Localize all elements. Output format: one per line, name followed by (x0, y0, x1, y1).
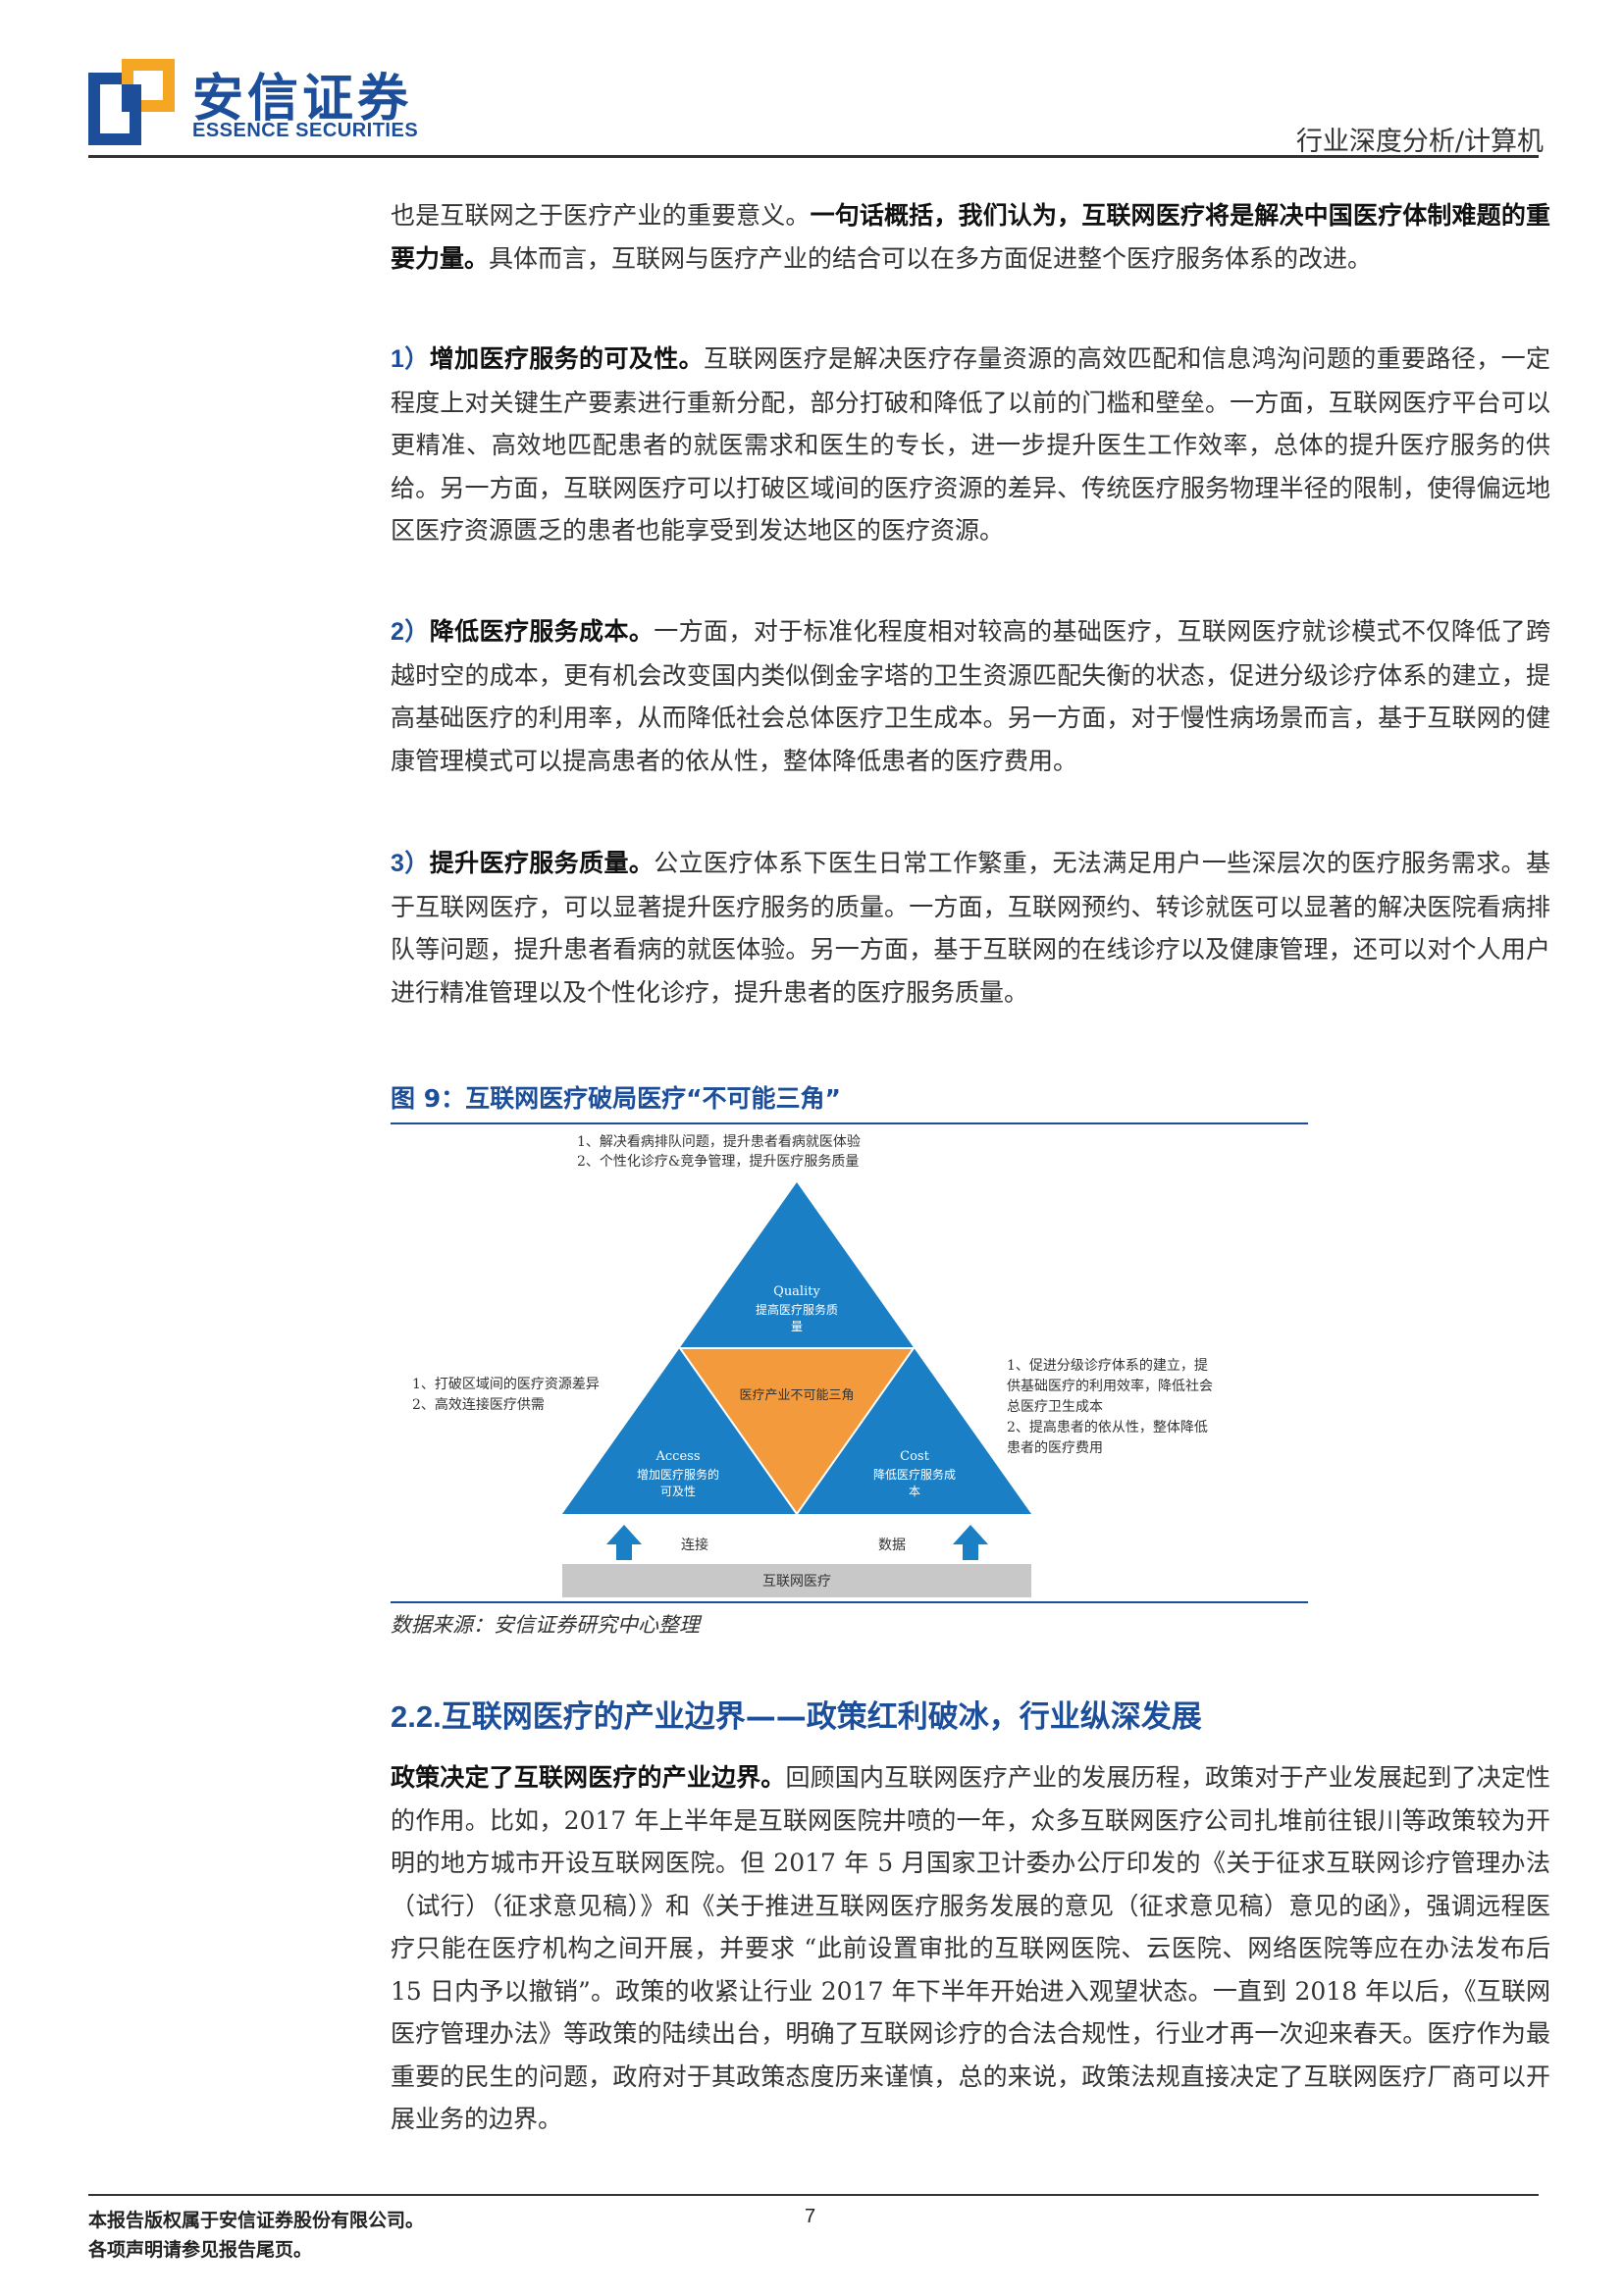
left-note-1: 1、打破区域间的医疗资源差异 (412, 1376, 600, 1392)
top-note-1: 1、解决看病排队问题，提升患者看病就医体验 (577, 1134, 861, 1150)
point-number: 2） (391, 618, 430, 646)
point-paragraph-2: 2）降低医疗服务成本。一方面，对于标准化程度相对较高的基础医疗，互联网医疗就诊模… (391, 610, 1550, 782)
right-note-4: 2、提高患者的依从性，整体降低 (1007, 1419, 1208, 1435)
header-divider (88, 155, 1539, 158)
section-title: 互联网医疗的产业边界——政策红利破冰，行业纵深发展 (441, 1699, 1202, 1735)
right-note-1: 1、促进分级诊疗体系的建立，提 (1007, 1358, 1208, 1374)
logo-text-en: ESSENCE SECURITIES (192, 120, 419, 141)
cost-label-cn-1: 降低医疗服务成 (873, 1467, 956, 1482)
figure-bottom-rule (391, 1601, 1308, 1603)
point-title: 提升医疗服务质量。 (429, 849, 655, 877)
section-number: 2.2. (391, 1699, 442, 1734)
access-label-cn-2: 可及性 (660, 1485, 696, 1498)
quality-label-cn-2: 量 (791, 1320, 803, 1333)
connect-label: 连接 (681, 1537, 708, 1553)
data-label: 数据 (878, 1538, 906, 1553)
policy-paragraph: 政策决定了互联网医疗的产业边界。回顾国内互联网医疗产业的发展历程，政策对于产业发… (391, 1756, 1550, 2141)
right-note-3: 总医疗卫生成本 (1007, 1399, 1103, 1415)
right-note-5: 患者的医疗费用 (1007, 1440, 1103, 1456)
logo-mark-icon (88, 59, 175, 145)
base-label: 互联网医疗 (762, 1574, 831, 1590)
intro-paragraph: 也是互联网之于医疗产业的重要意义。一句话概括，我们认为，互联网医疗将是解决中国医… (391, 194, 1550, 280)
policy-text: 回顾国内互联网医疗产业的发展历程，政策对于产业发展起到了决定性的作用。比如，20… (391, 1763, 1550, 2133)
impossible-triangle-diagram: 1、解决看病排队问题，提升患者看病就医体验 2、个性化诊疗&竞争管理，提升医疗服… (412, 1134, 1213, 1597)
point-number: 1） (391, 345, 430, 373)
footer-divider (88, 2194, 1539, 2196)
footer-disclaimer: 各项声明请参见报告尾页。 (88, 2239, 313, 2261)
access-label-en: Access (655, 1449, 701, 1464)
point-paragraph-3: 3）提升医疗服务质量。公立医疗体系下医生日常工作繁重，无法满足用户一些深层次的医… (391, 842, 1550, 1014)
top-note-2: 2、个性化诊疗&竞争管理，提升医疗服务质量 (577, 1153, 859, 1170)
cost-label-cn-2: 本 (909, 1485, 920, 1498)
footer-copyright: 本报告版权属于安信证券股份有限公司。 (88, 2210, 425, 2231)
cost-label-en: Cost (900, 1449, 929, 1464)
intro-text-1: 也是互联网之于医疗产业的重要意义。 (391, 201, 811, 230)
quality-label-en: Quality (773, 1284, 820, 1299)
point-title: 降低医疗服务成本。 (429, 617, 655, 646)
page-number: 7 (805, 2206, 816, 2227)
right-note-2: 供基础医疗的利用效率，降低社会 (1007, 1378, 1213, 1394)
point-number: 3） (391, 850, 430, 877)
quality-label-cn-1: 提高医疗服务质 (756, 1302, 838, 1317)
policy-key-point: 政策决定了互联网医疗的产业边界。 (391, 1763, 786, 1792)
intro-text-2: 具体而言，互联网与医疗产业的结合可以在多方面促进整个医疗服务体系的改进。 (489, 243, 1373, 273)
point-title: 增加医疗服务的可及性。 (429, 344, 705, 373)
report-category: 行业深度分析/计算机 (1295, 127, 1544, 157)
connect-arrow-icon (606, 1525, 642, 1560)
point-text: 互联网医疗是解决医疗存量资源的高效匹配和信息鸿沟问题的重要路径，一定程度上对关键… (391, 344, 1550, 545)
section-heading: 2.2.互联网医疗的产业边界——政策红利破冰，行业纵深发展 (391, 1692, 1202, 1736)
left-note-2: 2、高效连接医疗供需 (412, 1396, 545, 1413)
point-paragraph-1: 1）增加医疗服务的可及性。互联网医疗是解决医疗存量资源的高效匹配和信息鸿沟问题的… (391, 338, 1550, 552)
figure-source: 数据来源：安信证券研究中心整理 (391, 1613, 700, 1637)
data-arrow-icon (953, 1525, 988, 1560)
access-label-cn-1: 增加医疗服务的 (637, 1467, 719, 1482)
center-triangle-label: 医疗产业不可能三角 (739, 1388, 854, 1403)
figure-title: 图 9：互联网医疗破局医疗“不可能三角” (391, 1084, 841, 1113)
